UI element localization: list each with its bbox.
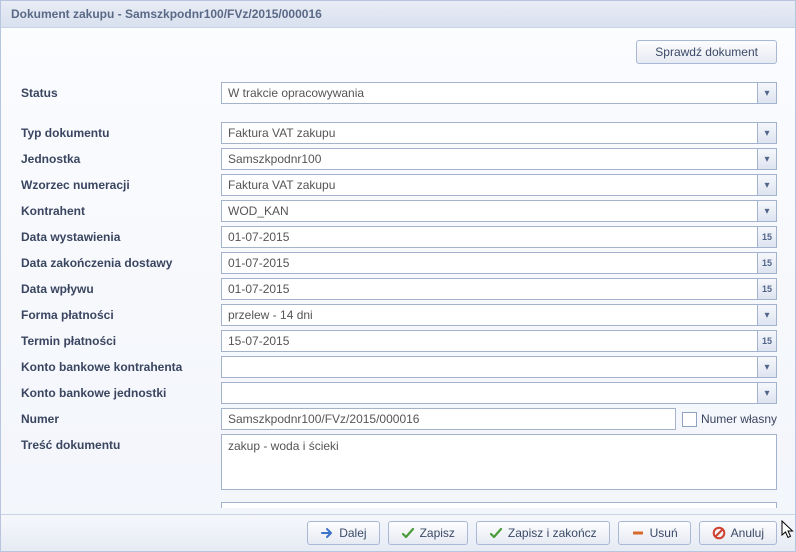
checkbox-icon xyxy=(682,412,697,427)
row-tresc: Treść dokumentu zakup - woda i ścieki xyxy=(19,434,777,490)
status-combo[interactable]: W trakcie opracowywania ▾ xyxy=(221,82,777,104)
konto-j-combo[interactable]: ▾ xyxy=(221,382,777,404)
data-wplywu-value: 01-07-2015 xyxy=(222,282,757,296)
chevron-down-icon[interactable]: ▾ xyxy=(757,201,776,221)
label-numer: Numer xyxy=(19,412,221,426)
chevron-down-icon[interactable]: ▾ xyxy=(757,305,776,325)
label-typ: Typ dokumentu xyxy=(19,126,221,140)
chevron-down-icon[interactable]: ▾ xyxy=(757,357,776,377)
zapisz-button[interactable]: Zapisz xyxy=(388,521,468,545)
chevron-down-icon[interactable]: ▾ xyxy=(757,383,776,403)
numer-input[interactable]: Samszkpodnr100/FVz/2015/000016 xyxy=(221,408,676,430)
label-data-wyst: Data wystawienia xyxy=(19,230,221,244)
chevron-down-icon[interactable]: ▾ xyxy=(757,149,776,169)
dialog-window: Dokument zakupu - Samszkpodnr100/FVz/201… xyxy=(0,0,796,552)
arrow-right-icon xyxy=(320,526,334,540)
row-termin: Termin płatności 15-07-2015 15 xyxy=(19,330,777,352)
label-konto-k: Konto bankowe kontrahenta xyxy=(19,360,221,374)
cancel-icon xyxy=(712,526,726,540)
row-numer: Numer Samszkpodnr100/FVz/2015/000016 Num… xyxy=(19,408,777,430)
forma-value: przelew - 14 dni xyxy=(222,308,757,322)
label-jednostka: Jednostka xyxy=(19,152,221,166)
numer-wlasny-checkbox[interactable]: Numer własny xyxy=(682,412,777,427)
row-konto-k: Konto bankowe kontrahenta ▾ xyxy=(19,356,777,378)
anuluj-label: Anuluj xyxy=(731,526,764,540)
check-document-button[interactable]: Sprawdź dokument xyxy=(636,40,777,64)
termin-value: 15-07-2015 xyxy=(222,334,757,348)
numer-wlasny-label: Numer własny xyxy=(701,412,777,426)
termin-input[interactable]: 15-07-2015 15 xyxy=(221,330,777,352)
check-row: Sprawdź dokument xyxy=(19,40,777,64)
chevron-down-icon[interactable]: ▾ xyxy=(757,123,776,143)
calendar-icon[interactable]: 15 xyxy=(757,279,776,299)
window-title: Dokument zakupu - Samszkpodnr100/FVz/201… xyxy=(1,1,795,28)
wzorzec-value: Faktura VAT zakupu xyxy=(222,178,757,192)
usun-label: Usuń xyxy=(650,526,678,540)
form-body: Sprawdź dokument Status W trakcie opraco… xyxy=(1,28,795,508)
row-data-zak: Data zakończenia dostawy 01-07-2015 15 xyxy=(19,252,777,274)
jednostka-combo[interactable]: Samszkpodnr100 ▾ xyxy=(221,148,777,170)
row-typ: Typ dokumentu Faktura VAT zakupu ▾ xyxy=(19,122,777,144)
kontrahent-combo[interactable]: WOD_KAN ▾ xyxy=(221,200,777,222)
kontrahent-value: WOD_KAN xyxy=(222,204,757,218)
wzorzec-combo[interactable]: Faktura VAT zakupu ▾ xyxy=(221,174,777,196)
label-data-zak: Data zakończenia dostawy xyxy=(19,256,221,270)
row-konto-j: Konto bankowe jednostki ▾ xyxy=(19,382,777,404)
label-nr-zrod: Nr dok. źródłowego xyxy=(19,506,221,508)
row-nr-zrod: Nr dok. źródłowego xyxy=(19,502,777,508)
row-status: Status W trakcie opracowywania ▾ xyxy=(19,82,777,104)
data-wyst-value: 01-07-2015 xyxy=(222,230,757,244)
dalej-button[interactable]: Dalej xyxy=(307,521,379,545)
zapisz-zakoncz-button[interactable]: Zapisz i zakończ xyxy=(476,521,610,545)
typ-combo[interactable]: Faktura VAT zakupu ▾ xyxy=(221,122,777,144)
zapisz-zakoncz-label: Zapisz i zakończ xyxy=(508,526,597,540)
label-status: Status xyxy=(19,86,221,100)
chevron-down-icon[interactable]: ▾ xyxy=(757,175,776,195)
status-value: W trakcie opracowywania xyxy=(222,86,757,100)
row-wzorzec: Wzorzec numeracji Faktura VAT zakupu ▾ xyxy=(19,174,777,196)
footer-toolbar: Dalej Zapisz Zapisz i zakończ Usuń Anulu… xyxy=(1,514,795,551)
row-data-wyst: Data wystawienia 01-07-2015 15 xyxy=(19,226,777,248)
tresc-textarea[interactable]: zakup - woda i ścieki xyxy=(221,434,777,490)
forma-combo[interactable]: przelew - 14 dni ▾ xyxy=(221,304,777,326)
row-data-wplywu: Data wpływu 01-07-2015 15 xyxy=(19,278,777,300)
minus-icon xyxy=(631,526,645,540)
data-wplywu-input[interactable]: 01-07-2015 15 xyxy=(221,278,777,300)
calendar-icon[interactable]: 15 xyxy=(757,227,776,247)
label-forma: Forma płatności xyxy=(19,308,221,322)
data-wyst-input[interactable]: 01-07-2015 15 xyxy=(221,226,777,248)
jednostka-value: Samszkpodnr100 xyxy=(222,152,757,166)
chevron-down-icon[interactable]: ▾ xyxy=(757,83,776,103)
check-icon xyxy=(489,526,503,540)
label-data-wplywu: Data wpływu xyxy=(19,282,221,296)
label-konto-j: Konto bankowe jednostki xyxy=(19,386,221,400)
anuluj-button[interactable]: Anuluj xyxy=(699,521,777,545)
usun-button[interactable]: Usuń xyxy=(618,521,691,545)
calendar-icon[interactable]: 15 xyxy=(757,253,776,273)
label-termin: Termin płatności xyxy=(19,334,221,348)
numer-value: Samszkpodnr100/FVz/2015/000016 xyxy=(222,412,675,426)
label-tresc: Treść dokumentu xyxy=(19,434,221,452)
nr-zrod-input[interactable] xyxy=(221,502,777,508)
calendar-icon[interactable]: 15 xyxy=(757,331,776,351)
konto-k-combo[interactable]: ▾ xyxy=(221,356,777,378)
data-zak-input[interactable]: 01-07-2015 15 xyxy=(221,252,777,274)
row-kontrahent: Kontrahent WOD_KAN ▾ xyxy=(19,200,777,222)
ctrl-status: W trakcie opracowywania ▾ xyxy=(221,82,777,104)
data-zak-value: 01-07-2015 xyxy=(222,256,757,270)
row-jednostka: Jednostka Samszkpodnr100 ▾ xyxy=(19,148,777,170)
check-icon xyxy=(401,526,415,540)
row-forma: Forma płatności przelew - 14 dni ▾ xyxy=(19,304,777,326)
typ-value: Faktura VAT zakupu xyxy=(222,126,757,140)
dalej-label: Dalej xyxy=(339,526,366,540)
label-wzorzec: Wzorzec numeracji xyxy=(19,178,221,192)
label-kontrahent: Kontrahent xyxy=(19,204,221,218)
zapisz-label: Zapisz xyxy=(420,526,455,540)
